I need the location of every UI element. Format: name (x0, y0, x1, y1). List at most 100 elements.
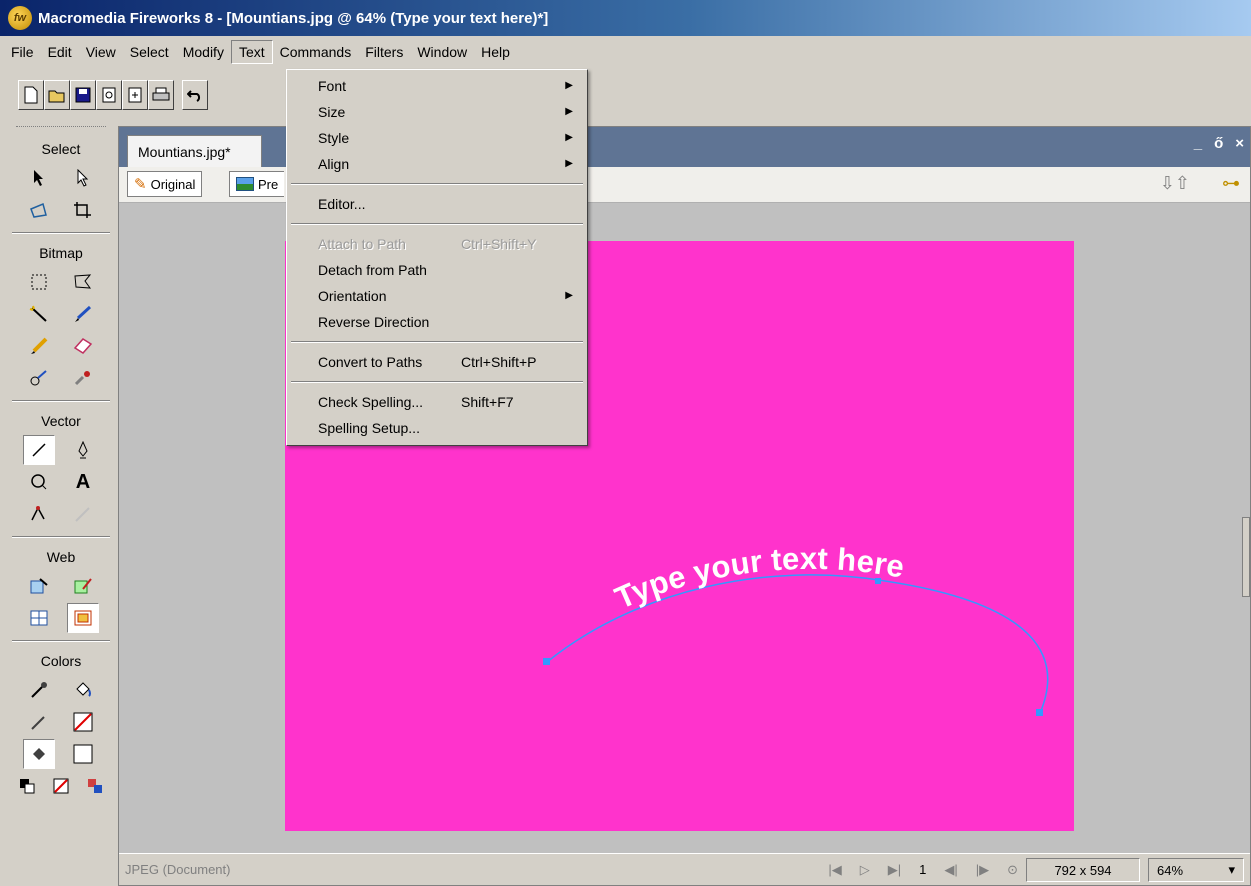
line-tool-icon[interactable] (23, 435, 55, 465)
pencil-icon: ✎ (134, 176, 147, 193)
menu-window[interactable]: Window (410, 41, 474, 63)
tools-panel: Select Bitmap Vector A Web Colors (12, 120, 110, 886)
default-colors-icon[interactable] (16, 771, 38, 801)
text-menu-editor[interactable]: Editor... (289, 191, 585, 217)
menu-filters[interactable]: Filters (358, 41, 410, 63)
print-icon[interactable] (148, 80, 174, 110)
last-frame-icon[interactable]: ▶| (888, 862, 901, 878)
status-bar: JPEG (Document) |◀ ▷ ▶| 1 ◀| |▶ ⊙ 792 x … (119, 853, 1250, 885)
previous-frame-icon[interactable]: ◀| (944, 862, 957, 878)
menu-file[interactable]: File (4, 41, 41, 63)
fill-bucket-icon[interactable] (23, 739, 55, 769)
path-text[interactable]: Type your text here (610, 541, 907, 616)
hide-slices-icon[interactable] (23, 603, 55, 633)
path-start-point[interactable] (543, 658, 550, 665)
crop-tool-icon[interactable] (67, 195, 99, 225)
paint-bucket-tool-icon[interactable] (67, 675, 99, 705)
eraser-tool-icon[interactable] (67, 331, 99, 361)
menu-commands[interactable]: Commands (273, 41, 359, 63)
text-menu-reverse-direction[interactable]: Reverse Direction (289, 309, 585, 335)
slice-tool-icon[interactable] (67, 571, 99, 601)
play-icon[interactable]: ▷ (860, 862, 870, 878)
text-menu-align[interactable]: Align ▶ (289, 151, 585, 177)
submenu-arrow-icon: ▶ (565, 290, 573, 301)
restore-icon[interactable]: ő (1214, 135, 1223, 152)
undo-icon[interactable] (182, 80, 208, 110)
brush-tool-icon[interactable] (67, 299, 99, 329)
rectangle-hotspot-tool-icon[interactable] (23, 571, 55, 601)
key-export-icon[interactable]: ⊶ (1222, 173, 1240, 194)
swap-colors-icon[interactable] (84, 771, 106, 801)
menu-view[interactable]: View (79, 41, 123, 63)
frame-playback-controls: |◀ ▷ ▶| 1 ◀| |▶ ⊙ (828, 862, 1018, 878)
menu-separator (291, 381, 583, 383)
text-menu-check-spelling[interactable]: Check Spelling... Shift+F7 (289, 389, 585, 415)
pen-tool-icon[interactable] (67, 435, 99, 465)
scale-tool-icon[interactable] (23, 195, 55, 225)
convert-shortcut: Ctrl+Shift+P (461, 354, 537, 370)
freeform-tool-icon[interactable] (23, 499, 55, 529)
text-menu-orientation[interactable]: Orientation ▶ (289, 283, 585, 309)
no-color-icon[interactable] (50, 771, 72, 801)
pencil-tool-icon[interactable] (23, 331, 55, 361)
text-menu-spelling-setup[interactable]: Spelling Setup... (289, 415, 585, 441)
stroke-color-icon[interactable] (23, 707, 55, 737)
rubber-stamp-tool-icon[interactable] (67, 363, 99, 393)
path-text-content: Type your text here (610, 541, 907, 616)
canvas-dimensions[interactable]: 792 x 594 (1026, 858, 1140, 882)
stroke-color-swatch[interactable] (67, 707, 99, 737)
text-menu-style[interactable]: Style ▶ (289, 125, 585, 151)
preview-view-button[interactable]: Pre (229, 171, 285, 197)
chevron-down-icon: ▾ (1228, 862, 1235, 877)
original-view-button[interactable]: ✎ Original (127, 171, 203, 197)
text-menu-convert-to-paths[interactable]: Convert to Paths Ctrl+Shift+P (289, 349, 585, 375)
subselection-tool-icon[interactable] (67, 163, 99, 193)
current-frame-number: 1 (919, 862, 927, 877)
ellipse-tool-icon[interactable] (23, 467, 55, 497)
first-frame-icon[interactable]: |◀ (828, 862, 841, 878)
zoom-level: 64% (1157, 862, 1184, 878)
panel-grip[interactable] (16, 126, 106, 132)
save-disk-icon[interactable] (70, 80, 96, 110)
fill-color-swatch[interactable] (67, 739, 99, 769)
marquee-tool-icon[interactable] (23, 267, 55, 297)
path-mid-point[interactable] (875, 578, 881, 584)
text-menu-attach-to-path: Attach to Path Ctrl+Shift+Y (289, 231, 585, 257)
show-slices-icon[interactable] (67, 603, 99, 633)
tools-heading-bitmap: Bitmap (39, 245, 83, 261)
loop-icon[interactable]: ⊙ (1007, 862, 1018, 878)
original-view-label: Original (150, 176, 196, 192)
next-frame-icon[interactable]: |▶ (976, 862, 989, 878)
zoom-select[interactable]: 64% ▾ (1148, 858, 1244, 882)
document-type-label: JPEG (Document) (125, 862, 231, 877)
pointer-tool-icon[interactable] (23, 163, 55, 193)
menu-select[interactable]: Select (123, 41, 176, 63)
document-tab[interactable]: Mountians.jpg* (127, 135, 262, 167)
open-folder-icon[interactable] (44, 80, 70, 110)
sort-arrows-icon[interactable]: ⇩⇧ (1160, 173, 1190, 194)
menu-help[interactable]: Help (474, 41, 517, 63)
text-menu-dropdown: Font ▶ Size ▶ Style ▶ Align ▶ Editor... Atta… (286, 69, 588, 446)
lasso-tool-icon[interactable] (67, 267, 99, 297)
menu-modify[interactable]: Modify (176, 41, 231, 63)
text-menu-detach-from-path[interactable]: Detach from Path (289, 257, 585, 283)
text-menu-font[interactable]: Font ▶ (289, 73, 585, 99)
title-bar: fw Macromedia Fireworks 8 - [Mountians.j… (0, 0, 1251, 36)
import-icon[interactable] (96, 80, 122, 110)
text-menu-size[interactable]: Size ▶ (289, 99, 585, 125)
eyedropper-tool-icon[interactable] (23, 675, 55, 705)
new-file-icon[interactable] (18, 80, 44, 110)
text-tool-icon[interactable]: A (67, 467, 99, 497)
tools-heading-colors: Colors (40, 653, 82, 669)
tools-heading-vector: Vector (41, 413, 81, 429)
export-icon[interactable] (122, 80, 148, 110)
menu-text[interactable]: Text (230, 40, 273, 64)
blur-tool-icon[interactable] (23, 363, 55, 393)
magic-wand-tool-icon[interactable] (23, 299, 55, 329)
path-end-point[interactable] (1036, 709, 1043, 716)
minimize-icon[interactable]: _ (1194, 135, 1202, 152)
panel-collapse-handle[interactable] (1242, 517, 1250, 597)
knife-tool-icon[interactable] (67, 499, 99, 529)
menu-edit[interactable]: Edit (41, 41, 79, 63)
close-icon[interactable]: × (1235, 135, 1244, 152)
